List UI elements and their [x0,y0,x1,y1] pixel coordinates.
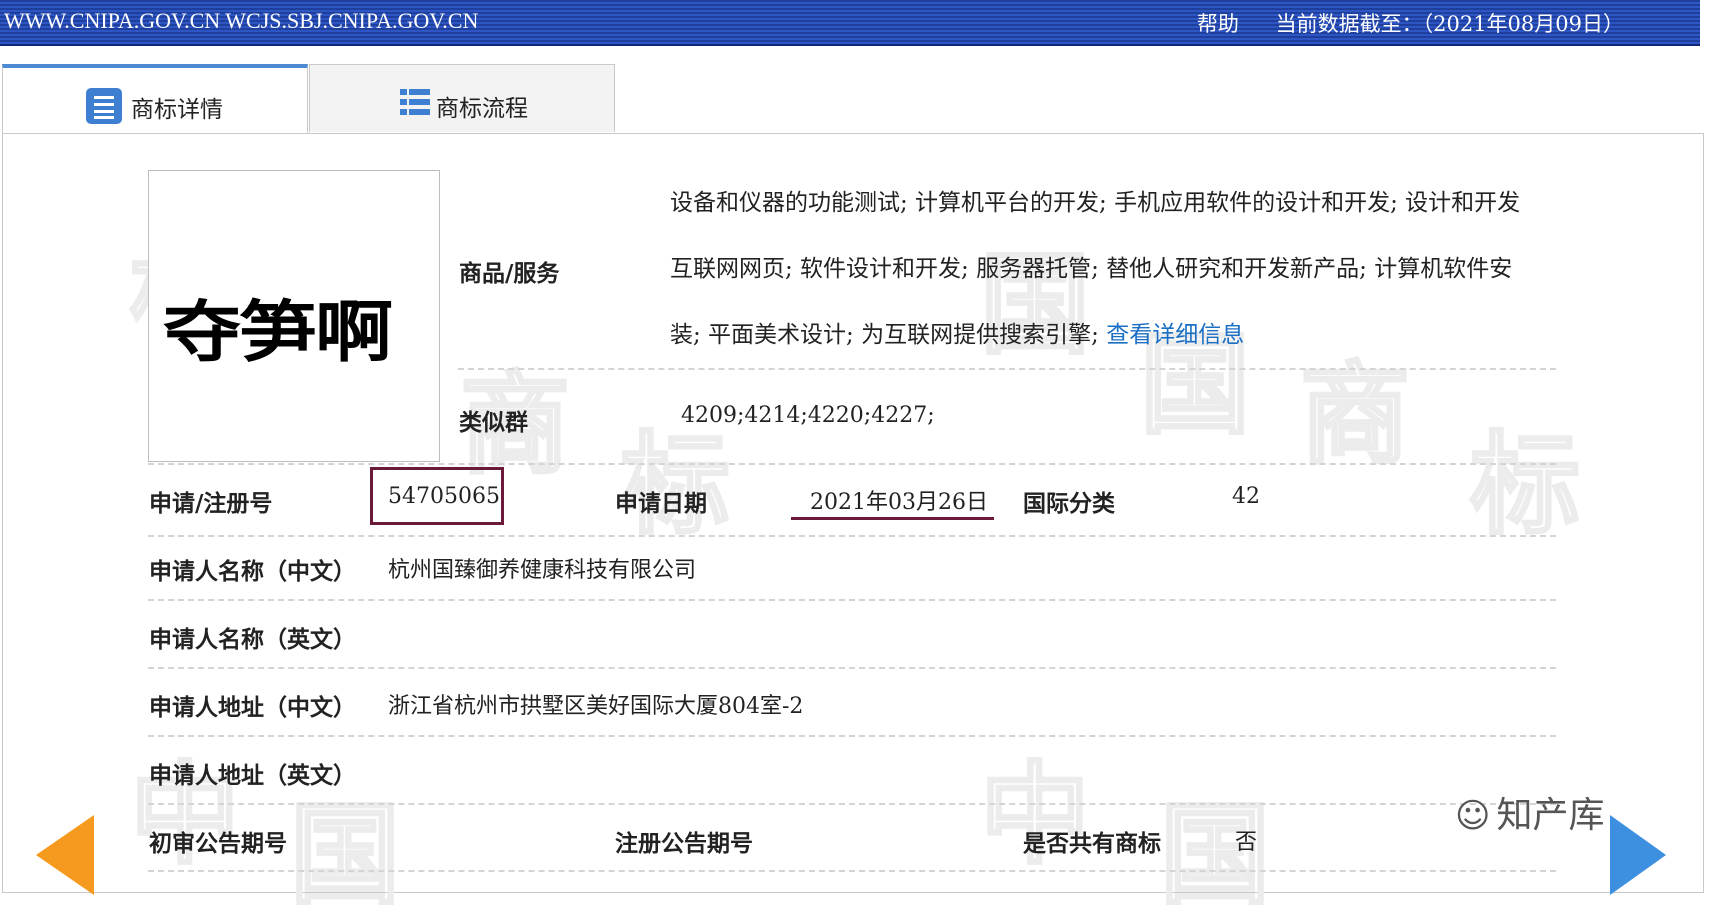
data-cutoff-text: 当前数据截至：（2021年08月09日） [1275,12,1624,36]
divider [148,599,1556,601]
help-link[interactable]: 帮助 [1197,12,1239,36]
divider [148,463,1556,465]
applicant-en-label: 申请人名称（英文） [149,626,356,653]
intl-class-label: 国际分类 [1023,490,1115,517]
tab-trademark-process[interactable]: 商标流程 [309,64,615,132]
divider [458,368,1556,370]
tab-trademark-detail[interactable]: 商标详情 [2,64,308,135]
shared-mark-value: 否 [1235,830,1258,855]
next-arrow-icon[interactable] [1610,815,1666,895]
intl-class-value: 42 [1232,484,1260,509]
similar-group-value: 4209;4214;4220;4227; [681,403,935,428]
address-cn-value: 浙江省杭州市拱墅区美好国际大厦804室-2 [388,694,804,719]
header-right: 帮助 当前数据截至：（2021年08月09日） [1197,8,1624,38]
app-date-underline [791,517,994,520]
trademark-image-text: 夺笋啊 [163,293,393,372]
divider [148,535,1556,537]
trademark-image: 夺笋啊 [148,170,440,462]
reg-pub-label: 注册公告期号 [615,830,753,857]
prev-arrow-icon[interactable] [36,815,94,895]
app-date-label: 申请日期 [615,490,707,517]
shared-mark-label: 是否共有商标 [1023,830,1161,857]
goods-services-label: 商品/服务 [459,260,560,287]
goods-services-value: 设备和仪器的功能测试; 计算机平台的开发; 手机应用软件的设计和开发; 设计和开… [670,170,1560,368]
goods-line: 装; 平面美术设计; 为互联网提供搜索引擎; 查看详细信息 [670,322,1245,348]
site-urls: WWW.CNIPA.GOV.CN WCJS.SBJ.CNIPA.GOV.CN [4,8,479,33]
address-en-label: 申请人地址（英文） [149,762,356,789]
top-banner: WWW.CNIPA.GOV.CN WCJS.SBJ.CNIPA.GOV.CN 帮… [0,0,1700,46]
applicant-cn-label: 申请人名称（中文） [149,558,356,585]
tab-label: 商标流程 [436,96,528,122]
prelim-pub-label: 初审公告期号 [149,830,287,857]
similar-group-label: 类似群 [459,409,528,436]
goods-line: 设备和仪器的功能测试; 计算机平台的开发; 手机应用软件的设计和开发; 设计和开… [670,190,1521,216]
wechat-watermark: ☺ 知产库 [1455,786,1604,838]
app-date-value: 2021年03月26日 [810,490,988,515]
watermark-char: 国 [289,791,402,919]
reg-no-value: 54705065 [388,484,500,509]
goods-line: 互联网网页; 软件设计和开发; 服务器托管; 替他人研究和开发新产品; 计算机软… [670,256,1513,282]
account-name: 知产库 [1496,795,1605,836]
divider [148,803,1556,805]
wechat-icon: ☺ [1455,796,1491,836]
list-icon [400,89,430,116]
divider [148,870,1556,872]
watermark-char: 标 [1469,421,1582,549]
reg-no-label: 申请/注册号 [149,490,273,517]
tab-label: 商标详情 [131,97,223,123]
document-list-icon [86,88,122,124]
address-cn-label: 申请人地址（中文） [149,694,356,721]
applicant-cn-value: 杭州国臻御养健康科技有限公司 [388,558,697,583]
divider [148,735,1556,737]
divider [148,667,1556,669]
watermark-char: 商 [1299,351,1412,479]
view-details-link[interactable]: 查看详细信息 [1106,322,1244,348]
